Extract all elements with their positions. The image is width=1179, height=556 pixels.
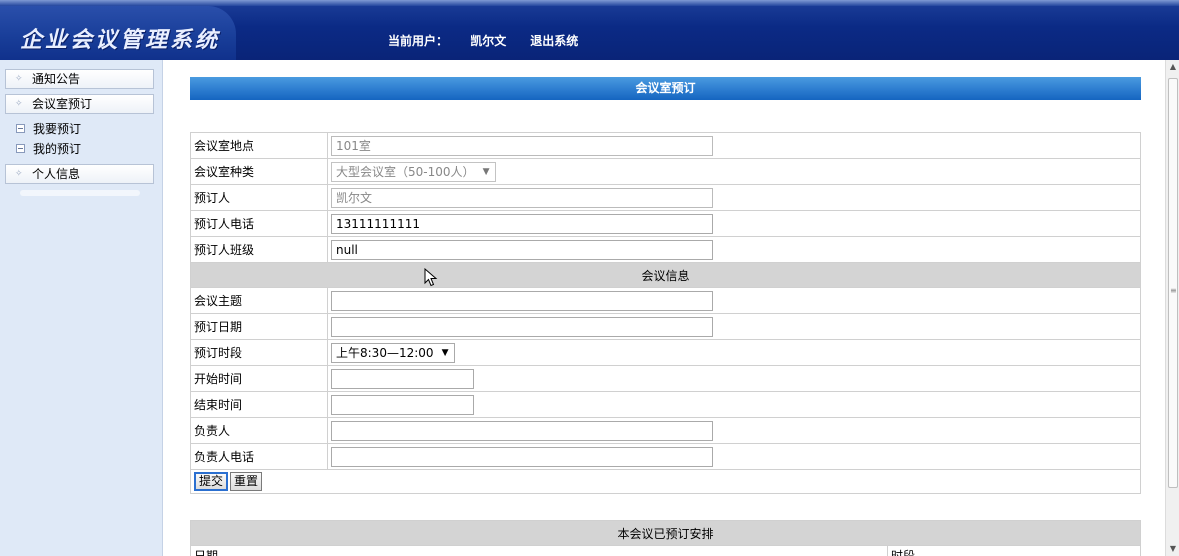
sidebar-subitem-my-bookings[interactable]: 我的预订 bbox=[16, 142, 81, 156]
bullet-icon: ✧ bbox=[15, 99, 23, 109]
bullet-icon: ✧ bbox=[15, 74, 23, 84]
meeting-info-header: 会议信息 bbox=[190, 262, 1141, 288]
mouse-cursor-icon bbox=[424, 268, 438, 287]
tree-node-icon bbox=[16, 124, 25, 133]
booker-label: 预订人 bbox=[190, 184, 328, 211]
logo-panel: 企业会议管理系统 bbox=[0, 6, 236, 60]
form-row: 会议室地点 bbox=[190, 132, 1141, 159]
submenu-highlight bbox=[20, 190, 140, 196]
user-bar: 当前用户： 凯尔文 退出系统 bbox=[388, 32, 596, 49]
sidebar-item-label: 通知公告 bbox=[32, 72, 81, 86]
chevron-down-icon: ▼ bbox=[441, 347, 449, 358]
submit-button[interactable]: 提交 bbox=[194, 472, 229, 491]
sidebar-subitem-book[interactable]: 我要预订 bbox=[16, 122, 81, 136]
form-row: 开始时间 bbox=[190, 365, 1141, 392]
sidebar: ✧ 通知公告 ✧ 会议室预订 我要预订 我的预订 ✧ 个人信息 bbox=[0, 60, 163, 556]
schedule-columns-row: 日期 时段 bbox=[190, 545, 1141, 556]
time-slot-label: 预订时段 bbox=[190, 339, 328, 366]
tree-node-icon bbox=[16, 144, 25, 153]
end-time-field[interactable] bbox=[331, 394, 474, 415]
date-field[interactable] bbox=[331, 316, 713, 337]
page-title: 会议室预订 bbox=[190, 77, 1141, 100]
form-cell bbox=[327, 417, 1141, 444]
sidebar-subitem-label: 我的预订 bbox=[33, 142, 82, 156]
booking-form: 会议室地点 会议室种类 大型会议室（50-100人） ▼ 预订人 预订人电话 预… bbox=[190, 132, 1141, 494]
form-cell bbox=[327, 391, 1141, 418]
room-type-label: 会议室种类 bbox=[190, 158, 328, 185]
form-row: 预订时段 上午8:30—12:00 ▼ bbox=[190, 339, 1141, 366]
sidebar-item-notices[interactable]: ✧ 通知公告 bbox=[5, 69, 154, 89]
grip-icon: ≡ bbox=[1170, 286, 1177, 295]
current-user-label: 当前用户： bbox=[388, 34, 449, 48]
manager-label: 负责人 bbox=[190, 417, 328, 444]
current-user-name: 凯尔文 bbox=[470, 34, 507, 48]
form-cell: 大型会议室（50-100人） ▼ bbox=[327, 158, 1141, 185]
form-row: 结束时间 bbox=[190, 391, 1141, 418]
form-row: 预订日期 bbox=[190, 313, 1141, 340]
topic-label: 会议主题 bbox=[190, 287, 328, 314]
sidebar-item-room-booking[interactable]: ✧ 会议室预订 bbox=[5, 94, 154, 114]
booker-class-label: 预订人班级 bbox=[190, 236, 328, 263]
room-type-select[interactable]: 大型会议室（50-100人） ▼ bbox=[331, 161, 496, 182]
reset-button[interactable]: 重置 bbox=[230, 472, 263, 491]
column-header-slot: 时段 bbox=[887, 545, 1141, 556]
room-location-field[interactable] bbox=[331, 135, 713, 156]
start-time-field[interactable] bbox=[331, 368, 474, 389]
topic-field[interactable] bbox=[331, 290, 713, 311]
time-slot-select[interactable]: 上午8:30—12:00 ▼ bbox=[331, 342, 455, 363]
bullet-icon: ✧ bbox=[15, 169, 23, 179]
form-cell bbox=[327, 287, 1141, 314]
manager-phone-label: 负责人电话 bbox=[190, 443, 328, 470]
form-row: 预订人班级 bbox=[190, 236, 1141, 263]
room-location-label: 会议室地点 bbox=[190, 132, 328, 159]
form-row: 负责人 bbox=[190, 417, 1141, 444]
form-row: 会议室种类 大型会议室（50-100人） ▼ bbox=[190, 158, 1141, 185]
app-logo: 企业会议管理系统 bbox=[20, 27, 221, 53]
booker-field[interactable] bbox=[331, 187, 713, 208]
logout-link[interactable]: 退出系统 bbox=[530, 34, 578, 48]
manager-phone-field[interactable] bbox=[331, 446, 713, 467]
scroll-up-arrow-icon[interactable]: ▲ bbox=[1166, 60, 1179, 74]
button-row: 提交 重置 bbox=[190, 469, 1141, 494]
start-time-label: 开始时间 bbox=[190, 365, 328, 392]
form-cell bbox=[327, 365, 1141, 392]
form-row: 预订人 bbox=[190, 184, 1141, 211]
vertical-scrollbar[interactable]: ▲ ≡ ▼ bbox=[1165, 60, 1179, 556]
manager-field[interactable] bbox=[331, 420, 713, 441]
end-time-label: 结束时间 bbox=[190, 391, 328, 418]
form-cell bbox=[327, 443, 1141, 470]
form-row: 负责人电话 bbox=[190, 443, 1141, 470]
date-label: 预订日期 bbox=[190, 313, 328, 340]
form-cell bbox=[327, 210, 1141, 237]
booker-phone-field[interactable] bbox=[331, 213, 713, 234]
time-slot-value: 上午8:30—12:00 bbox=[336, 345, 434, 360]
column-header-date: 日期 bbox=[190, 545, 888, 556]
sidebar-subitem-label: 我要预订 bbox=[33, 122, 82, 136]
form-cell bbox=[327, 184, 1141, 211]
chevron-down-icon: ▼ bbox=[482, 166, 490, 177]
scrollbar-thumb[interactable]: ≡ bbox=[1168, 78, 1178, 488]
form-cell bbox=[327, 236, 1141, 263]
sidebar-item-label: 会议室预订 bbox=[32, 97, 93, 111]
sidebar-item-profile[interactable]: ✧ 个人信息 bbox=[5, 164, 154, 184]
sidebar-item-label: 个人信息 bbox=[32, 167, 81, 181]
form-row: 预订人电话 bbox=[190, 210, 1141, 237]
scroll-down-arrow-icon[interactable]: ▼ bbox=[1166, 542, 1179, 556]
form-cell bbox=[327, 132, 1141, 159]
schedule-title: 本会议已预订安排 bbox=[190, 520, 1141, 546]
form-cell: 上午8:30—12:00 ▼ bbox=[327, 339, 1141, 366]
form-row: 会议主题 bbox=[190, 287, 1141, 314]
room-type-value: 大型会议室（50-100人） bbox=[336, 164, 475, 179]
main-content: 会议室预订 会议室地点 会议室种类 大型会议室（50-100人） ▼ 预订人 预… bbox=[163, 60, 1165, 556]
schedule-header-row: 本会议已预订安排 bbox=[190, 520, 1141, 546]
booker-class-field[interactable] bbox=[331, 239, 713, 260]
section-header-row: 会议信息 bbox=[190, 262, 1141, 288]
schedule-table: 本会议已预订安排 日期 时段 bbox=[190, 520, 1141, 556]
button-cell: 提交 重置 bbox=[190, 469, 1141, 494]
booker-phone-label: 预订人电话 bbox=[190, 210, 328, 237]
header: 企业会议管理系统 当前用户： 凯尔文 退出系统 bbox=[0, 0, 1179, 60]
form-cell bbox=[327, 313, 1141, 340]
